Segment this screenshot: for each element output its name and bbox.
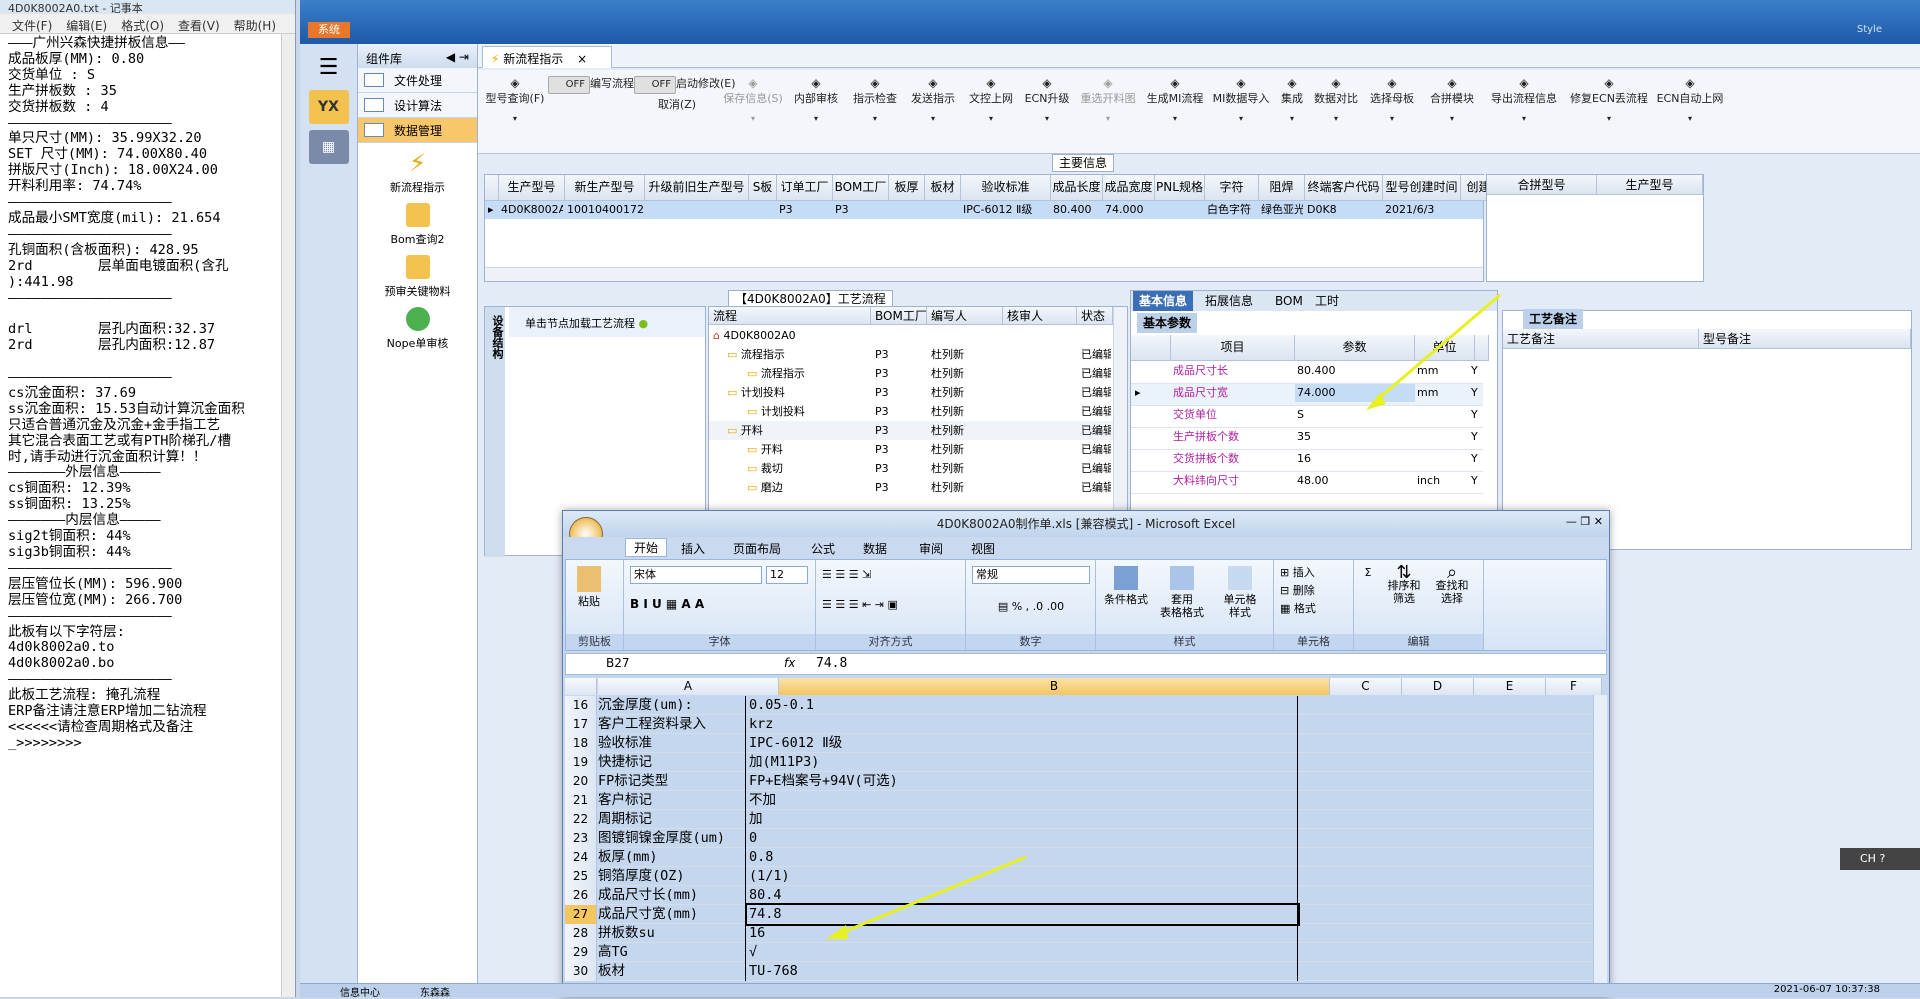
- clock: 2021-06-07 10:37:38: [1773, 984, 1880, 995]
- annotation-arrows: [826, 293, 1501, 939]
- taskbar: 信息中心 东森森 2021-06-07 10:37:38: [300, 983, 1920, 999]
- arrow-head-bottom: [826, 925, 848, 939]
- help-icon[interactable]: ?: [1879, 852, 1885, 865]
- arrow-line-bottom: [835, 855, 1027, 937]
- ime-label: CH: [1860, 852, 1876, 865]
- arrow-line-top: [1371, 293, 1501, 406]
- ime-bar[interactable]: CH ?: [1840, 848, 1920, 870]
